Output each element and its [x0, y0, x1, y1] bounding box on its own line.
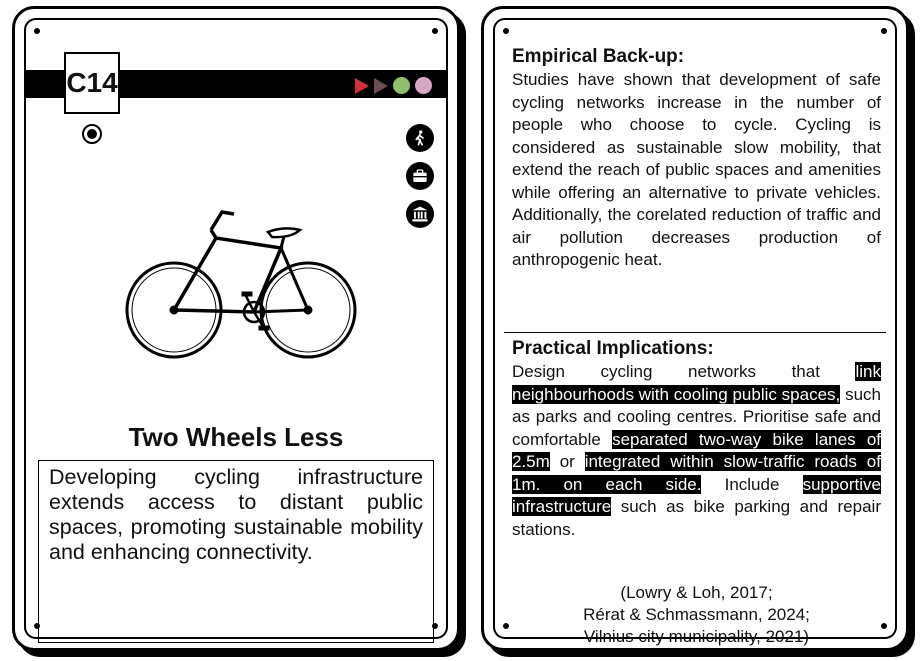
practical-heading: Practical Implications:	[512, 338, 714, 359]
practical-text-segment: or	[549, 452, 585, 471]
card-front-border: C14 Two Wheels Less Developing cycling i…	[24, 18, 448, 643]
reference-line: Rérat & Schmassmann, 2024;	[583, 605, 810, 624]
card-description: Developing cycling infrastructure extend…	[38, 460, 434, 643]
pink-circle-marker	[415, 77, 432, 94]
practical-text-segment: Design cycling networks that	[512, 362, 856, 381]
category-markers	[355, 77, 432, 94]
card-code: C14	[64, 52, 120, 114]
practical-text: Design cycling networks that link neighb…	[512, 361, 881, 541]
practical-text-segment: Include	[701, 474, 803, 494]
card-back: Empirical Back-up: Studies have shown th…	[481, 6, 909, 651]
walking-person-icon	[406, 124, 434, 152]
empirical-section: Empirical Back-up: Studies have shown th…	[512, 45, 881, 272]
corner-dot	[881, 28, 887, 34]
corner-dot	[432, 28, 438, 34]
red-triangle-marker	[355, 77, 369, 94]
section-divider	[504, 332, 886, 333]
green-circle-marker	[393, 77, 410, 94]
briefcase-icon	[406, 162, 434, 190]
brown-triangle-marker	[374, 77, 388, 94]
references: (Lowry & Loh, 2017; Rérat & Schmassmann,…	[512, 582, 881, 648]
empirical-text: Studies have shown that development of s…	[512, 70, 881, 269]
practical-section: Practical Implications: Design cycling n…	[512, 337, 881, 541]
target-icon	[82, 124, 102, 144]
card-back-border: Empirical Back-up: Studies have shown th…	[493, 18, 897, 646]
empirical-heading: Empirical Back-up:	[512, 46, 685, 67]
corner-dot	[503, 28, 509, 34]
corner-dot	[503, 623, 509, 629]
card-front: C14 Two Wheels Less Developing cycling i…	[12, 6, 460, 651]
card-title: Two Wheels Less	[128, 422, 344, 452]
corner-dot	[881, 623, 887, 629]
bicycle-illustration	[125, 210, 357, 359]
museum-icon	[406, 200, 434, 228]
reference-line: Vilnius city municipality, 2021)	[583, 627, 810, 646]
corner-dot	[34, 28, 40, 34]
reference-line: (Lowry & Loh, 2017;	[620, 583, 773, 602]
